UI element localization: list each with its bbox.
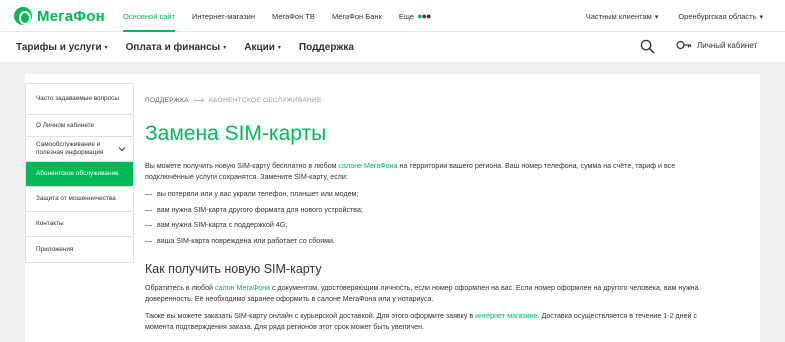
- online-order-paragraph: Также вы можете заказать SIM-карту онлай…: [145, 311, 715, 332]
- list-item-text: вы потеряли или у вас украли телефон, пл…: [157, 190, 359, 198]
- sidebar-item-contacts[interactable]: Контакты: [26, 212, 133, 237]
- cabinet-label: Личный кабинет: [697, 40, 758, 50]
- nav-payment-label: Оплата и финансы: [125, 41, 221, 53]
- sidebar-item-label: Контакты: [36, 220, 64, 227]
- nav-tariffs[interactable]: Тарифы и услуги ▾: [16, 42, 108, 53]
- how-to-paragraph: Обратитесь в любой салон МегаФона с доку…: [145, 283, 715, 304]
- arrow-right-icon: ⟶: [192, 96, 205, 105]
- reasons-list: — вы потеряли или у вас украли телефон, п…: [145, 190, 363, 252]
- sidebar-item-apps[interactable]: Приложения: [26, 237, 133, 262]
- breadcrumb-current: АБОНЕНТСКОЕ ОБСЛУЖИВАНИЕ: [208, 97, 322, 104]
- nav-promotions[interactable]: Акции ▾: [244, 42, 281, 53]
- list-item: — ваша SIM-карта повреждена или работает …: [145, 237, 363, 253]
- region-label: Оренбургская область: [678, 11, 757, 21]
- list-item-text: ваша SIM-карта повреждена или работает с…: [157, 236, 335, 245]
- nav-tariffs-label: Тарифы и услуги: [16, 41, 102, 53]
- toplink-main-site[interactable]: Основной сайт: [123, 0, 176, 32]
- top-right: Частным клиентам ▾ Оренбургская область ▾: [586, 0, 763, 32]
- salon-link[interactable]: салоне МегаФона: [338, 162, 397, 170]
- more-dots-icon: ●●●: [417, 11, 431, 21]
- toplink-more-label: Еще: [398, 11, 415, 21]
- salon-link[interactable]: салон МегаФона: [215, 284, 270, 292]
- sidebar-item-self-service[interactable]: Самообслуживание и полезная информация: [26, 137, 133, 162]
- p2-text-before: Обратитесь в любой: [145, 284, 215, 292]
- top-links: Основной сайт Интернет-магазин МегаФон Т…: [123, 0, 447, 32]
- chevron-down-icon: ▾: [759, 13, 763, 21]
- nav-support-label: Поддержка: [298, 41, 354, 53]
- sidebar-item-label: О Личном кабинете: [36, 121, 95, 129]
- section-title: Как получить новую SIM-карту: [145, 262, 322, 276]
- content-card: Часто задаваемые вопросы О Личном кабине…: [25, 74, 760, 342]
- toplink-online-store[interactable]: Интернет-магазин: [192, 0, 255, 32]
- sidebar-item-label: Приложения: [36, 245, 74, 253]
- sidebar-item-label: Самообслуживание и полезная информация: [36, 141, 104, 156]
- toplink-megafon-bank[interactable]: МегаФон Банк: [332, 0, 382, 32]
- megafon-logo-icon: [14, 7, 32, 25]
- list-item-text: вам нужна SIM-карта другого формата для …: [157, 205, 363, 214]
- audience-label: Частным клиентам: [585, 11, 652, 21]
- main-nav: Тарифы и услуги ▾ Оплата и финансы ▾ Акции…: [0, 32, 785, 62]
- p3-text-before: Также вы можете заказать SIM-карту онлай…: [145, 312, 476, 320]
- breadcrumb-support[interactable]: ПОДДЕРЖКА: [145, 97, 189, 104]
- toplink-megafon-tv[interactable]: МегаФон ТВ: [272, 0, 315, 32]
- sidebar-item-label: Абонентское обслуживание: [36, 170, 119, 177]
- sidebar-item-cabinet[interactable]: О Личном кабинете: [26, 115, 133, 137]
- nav-promotions-label: Акции: [244, 41, 275, 53]
- top-bar: МегаФон Основной сайт Интернет-магазин М…: [0, 0, 785, 32]
- chevron-down-icon[interactable]: [118, 145, 126, 153]
- toplink-more[interactable]: Еще ●●●: [398, 0, 432, 32]
- key-icon: [676, 40, 692, 50]
- page-title: Замена SIM-карты: [145, 122, 327, 145]
- megafon-logo[interactable]: МегаФон: [14, 7, 105, 25]
- list-item: — вам нужна SIM-карта с поддержкой 4G;: [145, 221, 363, 237]
- breadcrumb: ПОДДЕРЖКА ⟶ АБОНЕНТСКОЕ ОБСЛУЖИВАНИЕ: [145, 96, 322, 105]
- list-item-text: вам нужна SIM-карта с поддержкой 4G;: [157, 221, 288, 229]
- audience-selector[interactable]: Частным клиентам ▾: [586, 12, 659, 21]
- chevron-down-icon: ▾: [654, 13, 659, 21]
- sidebar-item-fraud-protection[interactable]: Защита от мошенничества: [26, 187, 133, 212]
- sidebar-item-label: Защита от мошенничества: [36, 195, 116, 202]
- sidebar: Часто задаваемые вопросы О Личном кабине…: [25, 83, 134, 263]
- sidebar-item-label: Часто задаваемые вопросы: [36, 95, 119, 102]
- search-icon[interactable]: [640, 39, 655, 54]
- nav-payment[interactable]: Оплата и финансы ▾: [126, 42, 227, 53]
- nav-support[interactable]: Поддержка: [299, 42, 354, 53]
- logo-text: МегаФон: [37, 7, 105, 25]
- personal-cabinet-link[interactable]: Личный кабинет: [676, 40, 757, 50]
- sidebar-item-faq[interactable]: Часто задаваемые вопросы: [26, 84, 133, 115]
- list-item: — вам нужна SIM-карта другого формата для…: [145, 206, 363, 222]
- chevron-down-icon: ▾: [223, 44, 227, 51]
- online-store-link[interactable]: интернет-магазине: [475, 312, 537, 320]
- sidebar-item-subscriber-service[interactable]: Абонентское обслуживание: [26, 162, 133, 187]
- region-selector[interactable]: Оренбургская область ▾: [678, 12, 763, 21]
- intro-text-before: Вы можете получить новую SIM-карту беспл…: [145, 162, 339, 170]
- chevron-down-icon: ▾: [104, 44, 108, 51]
- chevron-down-icon: ▾: [277, 44, 281, 51]
- list-item: — вы потеряли или у вас украли телефон, п…: [145, 190, 363, 206]
- intro-paragraph: Вы можете получить новую SIM-карту беспл…: [145, 161, 715, 182]
